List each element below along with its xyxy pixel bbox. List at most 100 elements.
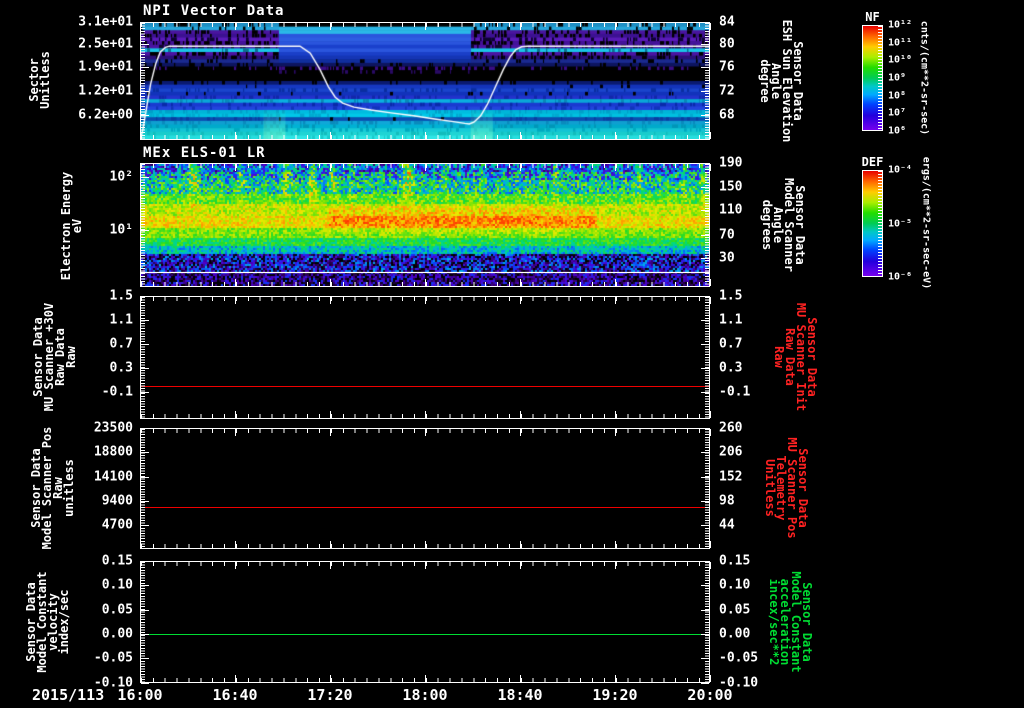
y-tick-label: 0.3 [719,360,743,376]
y-tick-label: -0.05 [719,650,759,666]
x-major-tick [140,675,141,682]
x-major-tick [330,297,331,304]
y-tick-label: 80 [719,36,735,52]
y-minor-ticks [141,297,145,418]
x-tick-label: 17:20 [307,686,353,704]
colorbar-nf-units: cnts/(cm**2-sr-sec) [918,20,930,136]
mu-scanner-raw-line [141,386,709,387]
x-major-tick [140,297,141,304]
y-tick-label: 2.5e+01 [78,36,133,52]
panel-els-spectrogram [140,163,710,287]
x-major-tick [615,562,616,569]
x-major-tick [710,429,711,436]
x-major-tick [710,411,711,418]
x-major-tick [710,132,711,139]
plot-viewer-screen: NPI Vector Data MEx ELS-01 LR Sector Uni… [0,0,1024,708]
y-tick-label: 1.9e+01 [78,59,133,75]
x-major-tick [140,23,141,30]
x-major-tick [520,164,521,171]
y-tick-label: 0.7 [109,336,133,352]
x-tick-label: 16:00 [117,686,163,704]
x-major-tick [615,675,616,682]
x-tick-label: 18:00 [402,686,448,704]
y-tick-label: 10² [109,169,133,185]
x-major-tick [235,297,236,304]
y-minor-ticks [705,429,709,548]
y-tick-label: 72 [719,83,735,99]
x-major-tick [140,279,141,286]
x-major-tick [330,541,331,548]
x-major-tick [520,675,521,682]
x-major-tick [330,23,331,30]
y-major-tick [701,683,709,684]
x-major-tick [330,675,331,682]
x-major-tick [710,164,711,171]
y-tick-label: 0.10 [101,577,133,593]
x-major-tick [235,675,236,682]
x-major-tick [330,562,331,569]
colorbar-tick-label: 10⁻⁵ [888,218,913,229]
y-minor-ticks [705,562,709,682]
y-minor-ticks [705,164,709,286]
x-major-tick [235,279,236,286]
x-major-tick [520,132,521,139]
y-tick-label: 150 [719,179,743,195]
y-tick-label: 68 [719,107,735,123]
y-tick-label: 0.3 [109,360,133,376]
x-major-tick [520,411,521,418]
y-tick-label: 14100 [93,469,133,485]
y-tick-label: 1.2e+01 [78,83,133,99]
npi-spectrogram-canvas [141,23,709,139]
panel-npi-spectrogram [140,22,710,140]
x-major-tick [140,164,141,171]
y-minor-ticks [141,429,145,548]
x-major-tick [235,562,236,569]
y-tick-label: 6.2e+00 [78,107,133,123]
panel-model-constant-velocity [140,561,710,683]
y-tick-label: 98 [719,493,735,509]
x-major-tick [615,541,616,548]
y-tick-label: 0.05 [101,602,133,618]
y-tick-label: 0.05 [719,602,751,618]
y-tick-label: -0.05 [93,650,133,666]
x-major-tick [615,132,616,139]
x-major-tick [710,297,711,304]
colorbar-tick-label: 10¹¹ [888,37,913,49]
colorbar-tick-label: 10¹⁰ [888,54,913,66]
els-spectrogram-canvas [141,164,709,286]
y-tick-label: -0.1 [719,384,751,400]
y-tick-label: 206 [719,444,743,460]
y-tick-label: -0.10 [93,675,133,691]
x-tick-label: 18:40 [497,686,543,704]
model-constant-velocity-line [141,634,709,635]
y-tick-label: -0.1 [101,384,133,400]
y-minor-ticks [141,164,145,286]
x-major-tick [615,297,616,304]
x-major-tick [425,429,426,436]
x-major-tick [615,429,616,436]
y-tick-label: 84 [719,14,735,30]
x-major-tick [710,675,711,682]
x-major-tick [140,562,141,569]
y-tick-label: 0.00 [719,626,751,642]
x-major-tick [615,411,616,418]
x-major-tick [710,23,711,30]
x-major-tick [425,541,426,548]
y-tick-label: 1.5 [719,288,743,304]
x-tick-label: 19:20 [592,686,638,704]
x-tick-label: 20:00 [687,686,733,704]
y-tick-label: 0.15 [101,553,133,569]
x-major-tick [710,279,711,286]
model-scanner-pos-line [141,507,709,508]
panel1-title: NPI Vector Data [143,3,285,19]
panel-model-scanner-pos [140,428,710,549]
colorbar-minor-ticks [878,26,882,130]
colorbar-tick-label: 10⁻⁶ [888,271,913,283]
colorbar-def-units: ergs/(cm**2-sr-sec-eV) [920,156,932,290]
x-major-tick [520,562,521,569]
y-tick-label: 190 [719,155,743,171]
x-major-tick [425,164,426,171]
y-tick-label: 260 [719,420,743,436]
x-major-tick [235,429,236,436]
x-major-tick [425,675,426,682]
